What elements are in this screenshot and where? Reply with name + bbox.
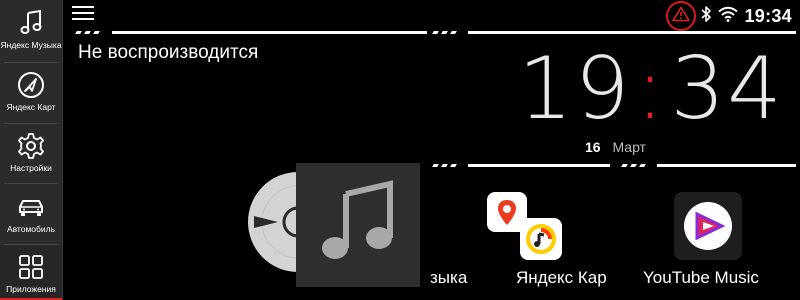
sidebar-divider [4,123,58,124]
panel-divider-media-line [112,31,427,34]
apps-grid-icon [16,252,46,282]
clock-separator: : [635,39,667,139]
sidebar-item-apps[interactable]: Приложения [0,246,62,300]
yandex-music-app-icon[interactable] [520,218,562,260]
youtube-music-app-icon[interactable] [674,192,742,260]
panel-divider-apps-left [432,164,457,167]
sidebar-divider [4,62,58,63]
wifi-icon [718,6,739,27]
date-display: 16 Март [585,139,646,155]
sidebar-item-label: Яндекс Музыка [0,40,62,50]
app-label-youtube-music[interactable]: YouTube Music [643,268,759,288]
sidebar-item-settings[interactable]: Настройки [0,125,62,183]
app-label-yandex-maps[interactable]: Яндекс Кар [516,268,607,288]
panel-divider-apps-left-line [468,164,610,167]
sidebar-item-label: Настройки [10,163,52,173]
playback-status: Не воспроизводится [78,42,259,63]
sidebar-divider [4,183,58,184]
panel-divider-clock-line [468,31,796,34]
sidebar-item-yandex-music[interactable]: Яндекс Музыка [0,2,62,60]
panel-divider-apps-right-line [657,164,796,167]
sidebar-item-label: Яндекс Карт [6,102,56,112]
clock-widget: 19 : 34 [518,44,784,134]
panel-divider-apps-right [621,164,646,167]
car-icon [16,192,46,222]
warning-indicator[interactable] [666,1,697,31]
menu-button[interactable] [72,6,94,24]
sidebar-item-label: Автомобиль [6,224,56,234]
music-note-icon [318,179,398,271]
sidebar-item-car[interactable]: Автомобиль [0,186,62,244]
sidebar: Яндекс Музыка Яндекс Карт Настройки Авто… [0,0,63,300]
music-note-icon [16,8,46,38]
sidebar-divider [4,244,58,245]
sidebar-item-label: Приложения [6,284,56,294]
app-label-music-partial[interactable]: зыка [430,268,467,288]
navigation-arrow-icon [16,70,46,100]
status-bar: 19:34 [666,1,792,31]
panel-divider-media [75,31,100,34]
warning-icon [672,6,691,27]
date-day: 16 [585,139,601,155]
album-art[interactable] [296,163,420,287]
sidebar-item-yandex-maps[interactable]: Яндекс Карт [0,64,62,122]
clock-hours: 19 [518,39,632,139]
bluetooth-icon [700,5,712,28]
date-month: Март [612,139,646,155]
status-time: 19:34 [744,5,792,26]
clock-minutes: 34 [670,39,784,139]
panel-divider-clock [432,31,457,34]
gear-icon [16,131,46,161]
